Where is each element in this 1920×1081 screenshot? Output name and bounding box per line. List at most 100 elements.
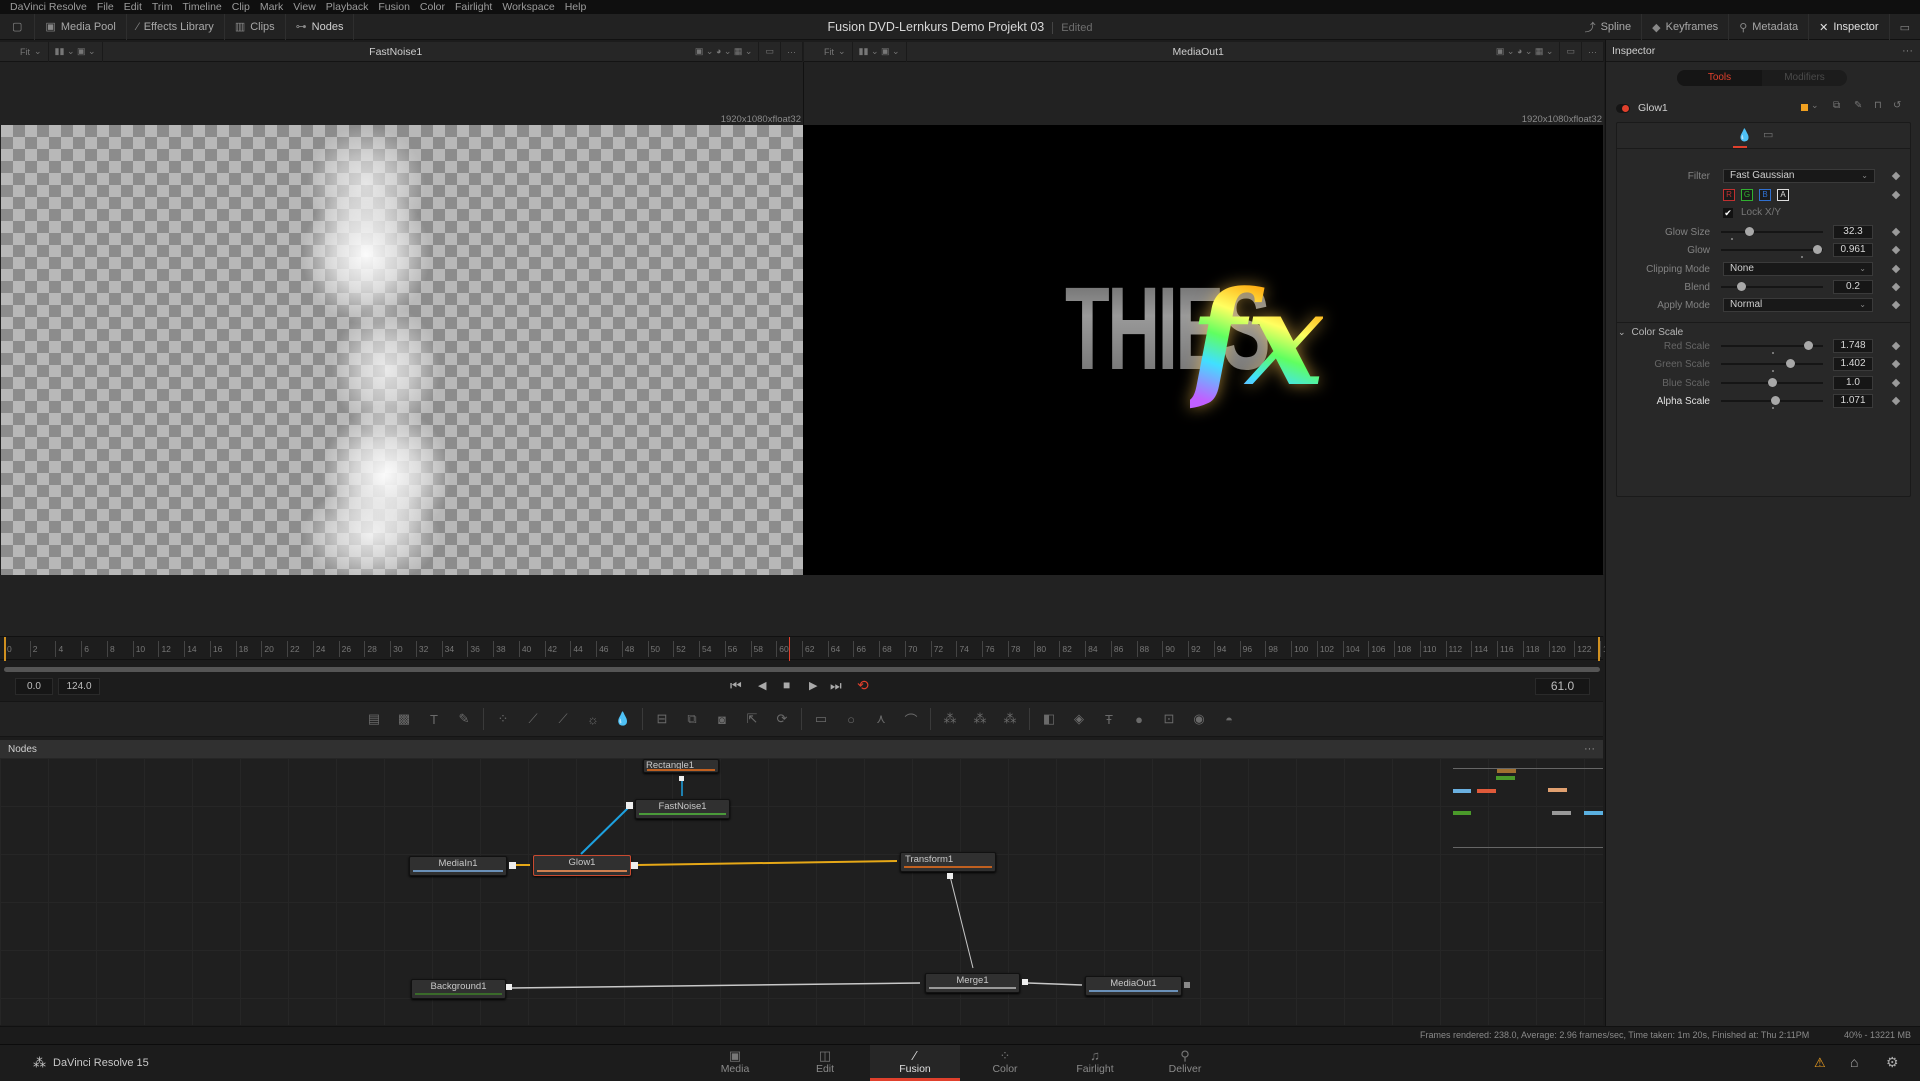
- menu-view[interactable]: View: [288, 0, 321, 14]
- lock-xy-checkbox[interactable]: ✔: [1723, 208, 1733, 218]
- glow-size-input[interactable]: 32.3: [1833, 225, 1873, 239]
- page-fusion[interactable]: ⁄ Fusion: [870, 1045, 960, 1081]
- color-corrector-tool-icon[interactable]: ⟋: [548, 711, 578, 727]
- text-tool-icon[interactable]: T: [419, 712, 449, 727]
- effects-library-button[interactable]: ⁄ Effects Library: [127, 13, 225, 40]
- apply-mode-dropdown[interactable]: Normal ⌄: [1723, 298, 1873, 312]
- node-transform1[interactable]: Transform1: [900, 852, 996, 872]
- filter-keyframe-button[interactable]: [1891, 171, 1901, 181]
- filter-dropdown[interactable]: Fast Gaussian ⌄: [1723, 169, 1875, 183]
- glow-input[interactable]: 0.961: [1833, 243, 1873, 257]
- page-deliver[interactable]: ⚲ Deliver: [1140, 1045, 1230, 1081]
- menu-color[interactable]: Color: [415, 0, 450, 14]
- page-fairlight[interactable]: ♫ Fairlight: [1050, 1045, 1140, 1081]
- node-mediain1[interactable]: MediaIn1: [409, 856, 507, 876]
- keyframes-button[interactable]: ◆ Keyframes: [1642, 14, 1730, 40]
- spotlight-3d-tool-icon[interactable]: ◉: [1184, 711, 1214, 727]
- range-end-field[interactable]: 124.0: [58, 678, 100, 695]
- page-edit[interactable]: ◫ Edit: [780, 1045, 870, 1081]
- color-curves-tool-icon[interactable]: ⟋: [518, 711, 548, 727]
- right-viewer-layout-button[interactable]: ▮▮ ⌄ ▣ ⌄: [853, 41, 907, 62]
- node-glow1[interactable]: Glow1: [533, 855, 631, 876]
- transform-tool-icon[interactable]: ⟳: [767, 711, 797, 727]
- particles-tool-icon[interactable]: ⁘: [488, 711, 518, 727]
- mediain-output-port[interactable]: [509, 862, 516, 869]
- left-viewer-roi-button[interactable]: ▣ ⌄ ◕ ⌄ ▦ ⌄: [689, 41, 760, 62]
- slider-knob[interactable]: [1768, 378, 1777, 387]
- merge-3d-tool-icon[interactable]: ●: [1124, 712, 1154, 727]
- blue-scale-slider[interactable]: [1721, 378, 1823, 387]
- red-scale-keyframe-button[interactable]: [1891, 341, 1901, 351]
- clipping-mode-dropdown[interactable]: None ⌄: [1723, 262, 1873, 276]
- clipping-mode-keyframe-button[interactable]: [1891, 264, 1901, 274]
- media-pool-button[interactable]: ▣ Media Pool: [35, 13, 127, 40]
- right-viewer-fit-dropdown[interactable]: Fit ⌄: [804, 41, 853, 62]
- renderer-3d-tool-icon[interactable]: ◓: [1214, 712, 1244, 727]
- metadata-button[interactable]: ⚲ Metadata: [1729, 14, 1810, 40]
- ellipse-mask-tool-icon[interactable]: ○: [836, 712, 866, 727]
- node-fastnoise1[interactable]: FastNoise1: [635, 799, 730, 819]
- nodes-button[interactable]: ⊶ Nodes: [286, 13, 355, 40]
- version-icon[interactable]: ⧉: [1833, 100, 1840, 111]
- menu-fairlight[interactable]: Fairlight: [450, 0, 497, 14]
- brightness-tool-icon[interactable]: ☼: [578, 712, 608, 727]
- fastnoise-tool-icon[interactable]: ▩: [389, 711, 419, 727]
- matte-control-tool-icon[interactable]: ⊟: [647, 711, 677, 727]
- slider-knob[interactable]: [1812, 245, 1822, 254]
- panel-toggle-button[interactable]: ▢: [0, 13, 36, 40]
- camera-3d-tool-icon[interactable]: ⊡: [1154, 711, 1184, 727]
- glow-size-keyframe-button[interactable]: [1891, 227, 1901, 237]
- glow-size-slider[interactable]: [1721, 227, 1823, 240]
- home-icon[interactable]: ⌂: [1850, 1054, 1858, 1070]
- blur-tool-icon[interactable]: 💧: [608, 711, 638, 727]
- render-range-start-marker[interactable]: [4, 637, 6, 661]
- slider-knob[interactable]: [1737, 282, 1747, 291]
- blend-input[interactable]: 0.2: [1833, 280, 1873, 294]
- menu-mark[interactable]: Mark: [255, 0, 288, 14]
- transform-output-port[interactable]: [947, 873, 953, 879]
- tool-color-dropdown[interactable]: ⌄: [1811, 100, 1819, 111]
- right-viewer-more-button[interactable]: ···: [1582, 41, 1604, 62]
- slider-knob[interactable]: [1771, 396, 1781, 405]
- go-to-start-button[interactable]: ⏮: [730, 678, 742, 694]
- red-scale-slider[interactable]: [1721, 341, 1823, 354]
- merge-output-port[interactable]: [1022, 979, 1028, 985]
- image-plane-3d-tool-icon[interactable]: ◧: [1034, 711, 1064, 727]
- green-scale-input[interactable]: 1.402: [1833, 357, 1873, 371]
- channels-keyframe-button[interactable]: [1891, 190, 1901, 200]
- menu-workspace[interactable]: Workspace: [497, 0, 559, 14]
- menu-davinci[interactable]: DaVinci Resolve: [5, 0, 92, 14]
- tool-enable-toggle[interactable]: [1616, 103, 1630, 113]
- clips-button[interactable]: ▥ Clips: [225, 13, 286, 40]
- reset-icon[interactable]: ↺: [1893, 100, 1901, 111]
- channel-green-toggle[interactable]: G: [1741, 189, 1753, 201]
- inspector-button[interactable]: ✕ Inspector: [1809, 14, 1890, 40]
- channel-blue-toggle[interactable]: B: [1759, 189, 1771, 201]
- node-minimap[interactable]: [1453, 768, 1603, 848]
- rectangle-mask-tool-icon[interactable]: ▭: [806, 711, 836, 727]
- node-editor[interactable]: Rectangle1 FastNoise1 MediaIn1 Glow1 Tra…: [0, 758, 1603, 1025]
- timeline-scrollbar[interactable]: [4, 667, 1600, 672]
- planar-tracker-tool-icon[interactable]: ⁂: [965, 711, 995, 727]
- glow-keyframe-button[interactable]: [1891, 245, 1901, 255]
- menu-playback[interactable]: Playback: [321, 0, 374, 14]
- shape-3d-tool-icon[interactable]: ◈: [1064, 711, 1094, 727]
- mediaout-output-port[interactable]: [1184, 982, 1190, 988]
- channel-alpha-toggle[interactable]: A: [1777, 189, 1789, 201]
- slider-knob[interactable]: [1744, 227, 1754, 236]
- node-background1[interactable]: Background1: [411, 979, 506, 999]
- glow-slider[interactable]: [1721, 245, 1823, 258]
- play-reverse-button[interactable]: ◀: [758, 679, 766, 692]
- glow-controls-tab-icon[interactable]: 💧: [1737, 128, 1752, 142]
- channel-booleans-tool-icon[interactable]: ◙: [707, 712, 737, 727]
- menu-help[interactable]: Help: [560, 0, 592, 14]
- text-3d-tool-icon[interactable]: Ŧ: [1094, 712, 1124, 727]
- alpha-scale-keyframe-button[interactable]: [1891, 396, 1901, 406]
- alpha-scale-slider[interactable]: [1721, 396, 1823, 409]
- menu-clip[interactable]: Clip: [227, 0, 255, 14]
- fastnoise-output-port[interactable]: [626, 802, 633, 809]
- page-media[interactable]: ▣ Media: [690, 1045, 780, 1081]
- go-to-end-button[interactable]: ⏭: [830, 678, 842, 694]
- settings-tab-icon[interactable]: ▭: [1763, 128, 1773, 141]
- playhead[interactable]: [789, 637, 791, 661]
